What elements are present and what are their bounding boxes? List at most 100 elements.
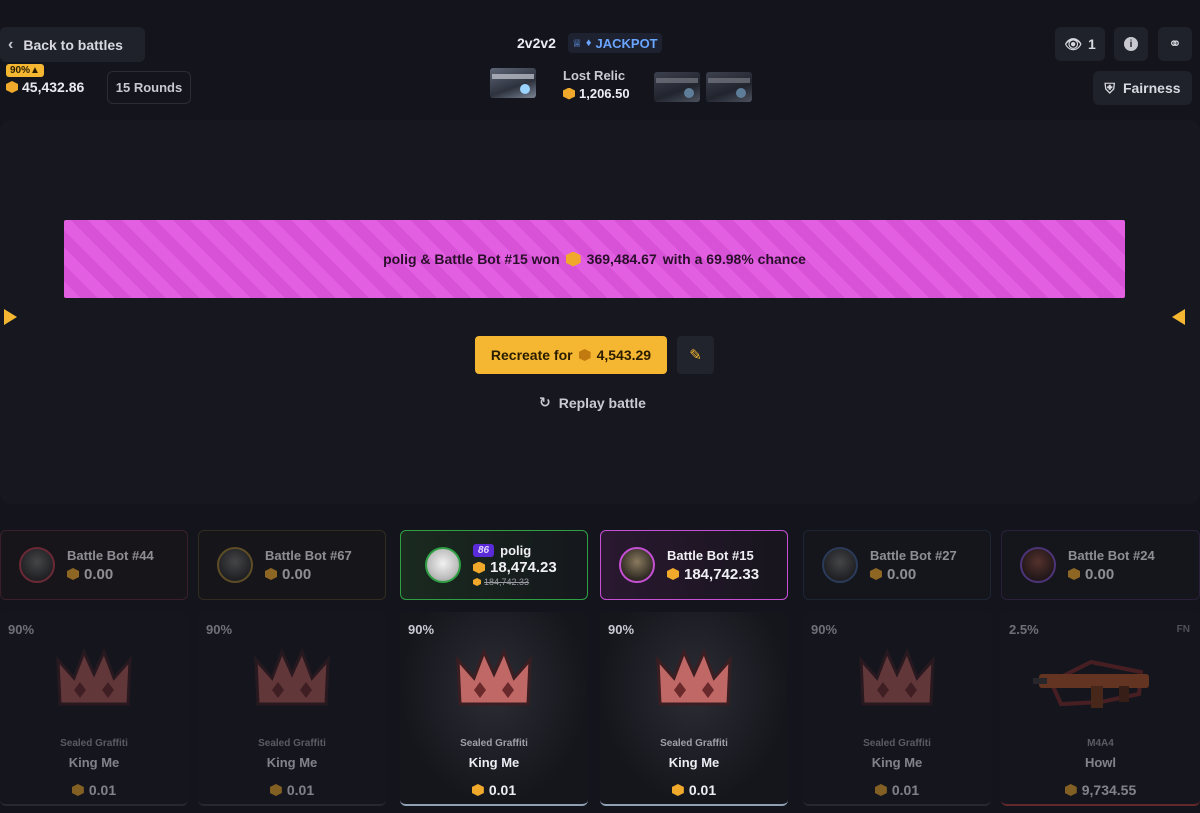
edit-button[interactable]: ✎ [677, 336, 714, 374]
eye-icon: 👁 [1064, 35, 1082, 52]
player-card-battle-bot-15[interactable]: Battle Bot #15 184,742.33 [600, 530, 788, 600]
item-chance: 90% [206, 622, 233, 637]
crown-graffiti-icon [252, 642, 332, 722]
player-card-battle-bot-24[interactable]: Battle Bot #24 0.00 [1001, 530, 1200, 600]
avatar [19, 547, 55, 583]
item-card-winner[interactable]: 90% Sealed Graffiti King Me 0.01 [400, 612, 588, 806]
info-button[interactable]: i [1114, 27, 1148, 61]
player-card-battle-bot-67[interactable]: Battle Bot #67 0.00 [198, 530, 386, 600]
viewer-count: 1 [1087, 36, 1096, 52]
viewers-button[interactable]: 👁 1 [1055, 27, 1105, 61]
item-card[interactable]: 2.5% FN M4A4 Howl 9,734.55 [1001, 612, 1200, 806]
chevron-left-icon: ‹ [8, 35, 14, 53]
item-name: King Me [266, 755, 318, 770]
item-category: Sealed Graffiti [60, 738, 128, 749]
coin-icon [473, 578, 481, 586]
coin-icon [870, 568, 882, 580]
item-name: King Me [68, 755, 120, 770]
item-name: King Me [668, 755, 720, 770]
avatar [425, 547, 461, 583]
total-value-text: 45,432.86 [22, 79, 85, 95]
item-price: 0.01 [286, 782, 315, 798]
item-price: 0.01 [891, 782, 920, 798]
item-name: King Me [468, 755, 520, 770]
fairness-button[interactable]: ⛨ Fairness [1093, 71, 1192, 105]
player-value: 18,474.23 [490, 559, 557, 576]
item-card[interactable]: 90% Sealed Graffiti King Me 0.01 [0, 612, 188, 806]
recreate-label: Recreate for [490, 347, 573, 363]
battle-arena [0, 120, 1200, 504]
item-chance: 90% [8, 622, 35, 637]
trophy-icon: ♦ [585, 37, 592, 49]
item-category: M4A4 [1087, 738, 1114, 749]
chance-badge-text: 90% [10, 65, 31, 76]
replay-label: Replay battle [558, 394, 646, 411]
player-card-battle-bot-27[interactable]: Battle Bot #27 0.00 [803, 530, 991, 600]
case-price: 1,206.50 [563, 86, 630, 101]
coin-icon [1064, 784, 1077, 796]
shield-icon: ⛨ [1104, 79, 1115, 96]
case-name: Lost Relic [563, 68, 626, 83]
jackpot-tag: ♕ ♦ JACKPOT [568, 33, 662, 53]
player-value: 0.00 [1085, 565, 1115, 583]
item-card[interactable]: 90% Sealed Graffiti King Me 0.01 [198, 612, 386, 806]
player-name: Battle Bot #24 [1068, 547, 1155, 563]
item-price: 0.01 [488, 782, 517, 798]
coin-icon [578, 349, 591, 361]
player-original-value: 184,742.33 [484, 577, 530, 587]
replay-icon: ↻ [539, 394, 551, 410]
pencil-icon: ✎ [689, 347, 702, 364]
jackpot-label: JACKPOT [595, 35, 658, 51]
coin-icon [71, 784, 84, 796]
avatar [619, 547, 655, 583]
crown-graffiti-icon [654, 642, 734, 722]
win-text-prefix: polig & Battle Bot #15 won [383, 251, 560, 267]
case-image-next[interactable] [650, 64, 704, 110]
item-category: Sealed Graffiti [863, 738, 931, 749]
back-to-battles-button[interactable]: ‹ Back to battles [0, 27, 145, 62]
item-chance: 90% [811, 622, 838, 637]
avatar [217, 547, 253, 583]
avatar [1020, 547, 1056, 583]
item-price: 9,734.55 [1081, 782, 1137, 798]
coin-icon [265, 568, 277, 580]
item-chance: 2.5% [1009, 622, 1039, 637]
crown-graffiti-icon [454, 642, 534, 722]
coin-icon [1068, 568, 1080, 580]
coin-icon [667, 568, 679, 580]
item-card[interactable]: 90% Sealed Graffiti King Me 0.01 [803, 612, 991, 806]
case-price-text: 1,206.50 [579, 86, 630, 101]
coin-icon [874, 784, 887, 796]
coin-icon [269, 784, 282, 796]
rifle-skin-icon [1031, 642, 1161, 722]
case-image-next-2[interactable] [702, 64, 756, 110]
item-price: 0.01 [88, 782, 117, 798]
replay-battle-button[interactable]: ↻ Replay battle [539, 394, 646, 411]
item-name: King Me [871, 755, 923, 770]
coin-icon [6, 81, 18, 93]
rounds-badge: 15 Rounds [107, 71, 191, 104]
win-text-suffix: with a 69.98% chance [662, 251, 806, 267]
round-marker-left-icon [4, 309, 17, 325]
player-name: Battle Bot #67 [265, 547, 352, 563]
player-card-battle-bot-44[interactable]: Battle Bot #44 0.00 [0, 530, 188, 600]
recreate-price: 4,543.29 [596, 347, 652, 363]
win-amount: 369,484.67 [586, 251, 657, 267]
copy-link-button[interactable]: ⚭ [1158, 27, 1192, 61]
player-name: polig [500, 543, 532, 558]
item-wear: FN [1176, 624, 1190, 635]
player-card-polig[interactable]: 86 polig 18,474.23 184,742.33 [400, 530, 588, 600]
info-icon: i [1124, 37, 1138, 51]
player-value: 0.00 [84, 565, 114, 583]
coin-icon [565, 251, 581, 267]
item-card-winner[interactable]: 90% Sealed Graffiti King Me 0.01 [600, 612, 788, 806]
battle-mode: 2v2v2 [517, 35, 556, 51]
back-label: Back to battles [23, 36, 123, 53]
coin-icon [67, 568, 79, 580]
item-category: Sealed Graffiti [460, 738, 528, 749]
case-image-current[interactable] [486, 60, 540, 106]
player-value: 0.00 [282, 565, 312, 583]
player-name: Battle Bot #27 [870, 547, 957, 563]
recreate-button[interactable]: Recreate for 4,543.29 [475, 336, 667, 374]
round-marker-right-icon [1172, 309, 1185, 325]
